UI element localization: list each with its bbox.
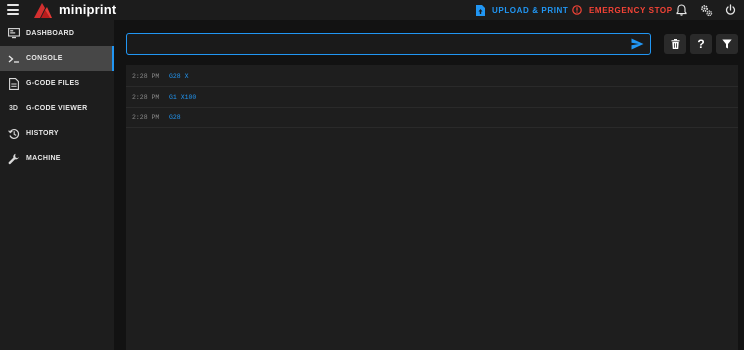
emergency-stop-label: EMERGENCY STOP	[589, 5, 673, 15]
3d-icon-text: 3D	[9, 105, 18, 112]
sidebar-item-machine[interactable]: MACHINE	[0, 146, 114, 171]
sidebar-item-label: G-CODE FILES	[26, 80, 80, 87]
console-panel: ? 2:28 PM G28 X 2:28 PM G1 X100 2:28 PM …	[114, 20, 744, 350]
sidebar-item-console[interactable]: CONSOLE	[0, 46, 114, 71]
power-icon[interactable]	[723, 3, 737, 17]
logo-icon	[34, 3, 52, 18]
console-entry: 2:28 PM G28 X	[126, 67, 738, 87]
sidebar-item-label: G-CODE VIEWER	[26, 105, 88, 112]
console-entry: 2:28 PM G1 X100	[126, 88, 738, 108]
entry-command[interactable]: G28	[169, 114, 181, 121]
entry-command[interactable]: G28 X	[169, 73, 189, 80]
command-input-field[interactable]	[126, 33, 651, 55]
filter-icon	[722, 39, 732, 49]
help-button[interactable]: ?	[690, 34, 712, 54]
send-icon[interactable]	[631, 38, 644, 50]
menu-icon[interactable]	[7, 4, 19, 15]
sidebar: DASHBOARD CONSOLE G-CODE FILES 3D G-CODE…	[0, 20, 114, 350]
entry-command[interactable]: G1 X100	[169, 94, 196, 101]
history-icon	[7, 127, 20, 140]
console-log: 2:28 PM G28 X 2:28 PM G1 X100 2:28 PM G2…	[126, 65, 738, 350]
bell-icon[interactable]	[674, 3, 688, 17]
sidebar-item-gcode-viewer[interactable]: 3D G-CODE VIEWER	[0, 96, 114, 121]
wrench-icon	[7, 152, 20, 165]
help-label: ?	[697, 37, 705, 51]
command-input[interactable]	[131, 36, 626, 52]
sidebar-item-history[interactable]: HISTORY	[0, 121, 114, 146]
sidebar-item-dashboard[interactable]: DASHBOARD	[0, 21, 114, 46]
sidebar-item-label: CONSOLE	[26, 55, 63, 62]
sidebar-item-label: DASHBOARD	[26, 30, 75, 37]
monitor-icon	[7, 27, 20, 40]
sidebar-item-label: MACHINE	[26, 155, 61, 162]
entry-time: 2:28 PM	[132, 94, 160, 101]
upload-print-label: UPLOAD & PRINT	[492, 5, 569, 15]
upload-file-icon	[476, 4, 485, 16]
file-icon	[7, 77, 20, 90]
app-bar: miniprint UPLOAD & PRINT EMERGENCY STOP	[0, 0, 744, 20]
filter-button[interactable]	[716, 34, 738, 54]
entry-time: 2:28 PM	[132, 73, 160, 80]
console-entry: 2:28 PM G28	[126, 108, 738, 128]
clear-console-button[interactable]	[664, 34, 686, 54]
upload-print-button[interactable]: UPLOAD & PRINT	[476, 3, 568, 17]
3d-icon: 3D	[7, 102, 20, 115]
settings-icon[interactable]	[699, 3, 713, 17]
app-name: miniprint	[59, 2, 117, 17]
emergency-stop-button[interactable]: EMERGENCY STOP	[572, 3, 673, 17]
terminal-icon	[7, 52, 20, 65]
sidebar-item-gcode-files[interactable]: G-CODE FILES	[0, 71, 114, 96]
trash-icon	[671, 39, 679, 49]
sidebar-item-label: HISTORY	[26, 130, 59, 137]
alert-circle-icon	[572, 5, 582, 15]
entry-time: 2:28 PM	[132, 114, 160, 121]
